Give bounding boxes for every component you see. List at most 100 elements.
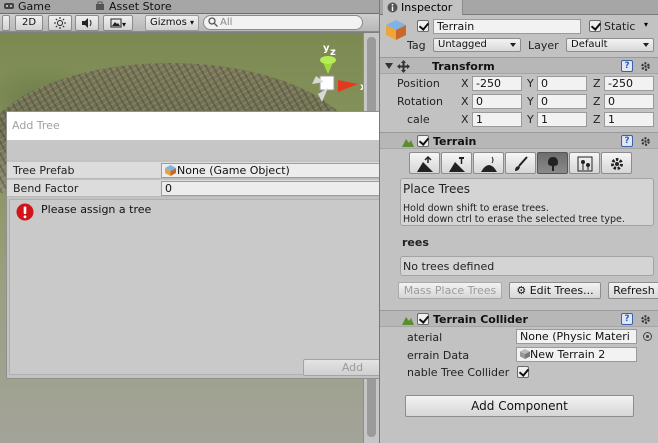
position-y-field[interactable]: 0 [537,76,587,91]
paint-height-tool-button[interactable] [441,152,472,174]
chevron-down-icon: ▾ [190,18,195,27]
help-icon[interactable]: ? [621,135,633,147]
no-trees-text: No trees defined [403,260,495,273]
gizmos-dropdown[interactable]: Gizmos ▾ [145,15,199,31]
error-message-text: Please assign a tree [41,203,152,216]
place-trees-tool-button[interactable] [537,152,568,174]
scene-orientation-gizmo[interactable]: y z x [294,40,370,110]
terrain-data-icon [520,349,530,359]
chevron-down-icon [510,43,516,47]
2d-toggle[interactable]: 2D [15,15,43,31]
material-field[interactable]: None (Physic Materi [516,329,637,344]
layer-label: Layer [528,39,559,52]
gizmos-label: Gizmos [149,17,187,28]
info-icon [387,2,398,13]
refresh-button[interactable]: Refresh [608,282,658,299]
enable-tree-collider-label: nable Tree Collider [407,366,510,379]
position-x-field[interactable]: -250 [472,76,522,91]
terrain-data-label: errain Data [407,349,470,362]
tag-label: Tag [407,39,426,52]
static-label: Static [604,20,636,33]
paint-height-icon [449,157,465,172]
shading-mode-button[interactable] [2,15,10,31]
transform-title: Transform [432,60,495,73]
axis-y-label: Y [527,113,534,126]
active-checkbox[interactable] [417,20,429,32]
tab-inspector-label: Inspector [401,1,453,14]
rotation-x-field[interactable]: 0 [472,94,522,109]
gear-icon[interactable] [640,136,651,147]
terrain-enabled-checkbox[interactable] [417,135,429,147]
scale-label: cale [407,113,430,126]
terrain-title: Terrain [433,135,477,148]
axis-y-label: Y [527,95,534,108]
tree-list[interactable]: No trees defined [400,256,654,276]
position-z-field[interactable]: -250 [604,76,654,91]
rotation-z-field[interactable]: 0 [604,94,654,109]
axis-x-label: X [461,77,469,90]
foldout-arrow-icon[interactable] [385,63,393,69]
terrain-data-field[interactable]: New Terrain 2 [516,347,637,362]
bend-factor-label: Bend Factor [13,182,79,195]
audio-toggle[interactable] [75,15,99,31]
raise-terrain-icon [417,156,433,172]
game-object-icon [386,20,406,40]
tree-prefab-label: Tree Prefab [13,164,75,177]
layer-value: Default [571,39,608,50]
tree-prefab-field[interactable]: None (Game Object) [161,163,401,178]
error-message-box: Please assign a tree [9,199,401,375]
object-picker-icon[interactable] [643,332,652,341]
rotation-y-field[interactable]: 0 [537,94,587,109]
tab-game[interactable]: Game [2,0,51,14]
tag-dropdown[interactable]: Untagged [433,38,521,52]
transform-header[interactable]: Transform ? [380,57,658,74]
gear-icon[interactable] [640,314,651,325]
material-label: aterial [407,331,443,344]
inspector-panel: Inspector Terrain Static ▾ Tag Untagged … [379,0,658,443]
static-checkbox[interactable] [589,20,601,32]
enable-tree-collider-checkbox[interactable] [517,366,529,378]
edit-trees-button[interactable]: ⚙ Edit Trees... [509,282,601,299]
dialog-titlebar[interactable]: Add Tree [7,112,403,140]
help-icon[interactable]: ? [621,60,633,72]
transform-icon [397,60,410,73]
terrain-collider-header[interactable]: Terrain Collider ? [380,310,658,327]
axis-x-label: X [461,95,469,108]
scale-y-field[interactable]: 1 [537,112,587,127]
gear-icon[interactable] [640,61,651,72]
add-component-button[interactable]: Add Component [405,395,634,417]
effects-dropdown[interactable]: ▾ [103,15,133,31]
axis-z-label: Z [593,95,601,108]
lighting-toggle[interactable] [48,15,72,31]
axis-x-label: X [461,113,469,126]
image-icon [110,18,122,28]
collider-enabled-checkbox[interactable] [417,313,429,325]
paint-details-tool-button[interactable] [569,152,600,174]
place-trees-info-box: Place Trees Hold down shift to erase tre… [400,178,654,226]
object-name-field[interactable]: Terrain [433,19,581,34]
game-icon [4,3,14,9]
layer-dropdown[interactable]: Default [566,38,654,52]
scene-search-input[interactable]: All [203,15,363,30]
terrain-component-header[interactable]: Terrain ? [380,132,658,149]
terrain-data-value: New Terrain 2 [530,348,606,361]
paint-texture-tool-button[interactable] [505,152,536,174]
gizmo-z-label: z [330,47,336,58]
tab-asset-store-label: Asset Store [109,0,172,13]
bend-factor-field[interactable]: 0 [161,181,401,196]
terrain-settings-tool-button[interactable] [601,152,632,174]
inspector-tabbar: Inspector [380,0,658,15]
search-placeholder: All [220,17,233,28]
smooth-height-tool-button[interactable] [473,152,504,174]
static-dropdown-icon[interactable]: ▾ [644,20,648,29]
scale-z-field[interactable]: 1 [604,112,654,127]
raise-lower-tool-button[interactable] [409,152,440,174]
axis-y-label: Y [527,77,534,90]
mass-place-trees-button[interactable]: Mass Place Trees [398,282,502,299]
tab-inspector[interactable]: Inspector [383,0,464,15]
help-icon[interactable]: ? [621,313,633,325]
terrain-collider-title: Terrain Collider [433,313,528,326]
scale-x-field[interactable]: 1 [472,112,522,127]
tab-asset-store[interactable]: Asset Store [93,0,172,14]
smooth-terrain-icon [481,156,497,172]
